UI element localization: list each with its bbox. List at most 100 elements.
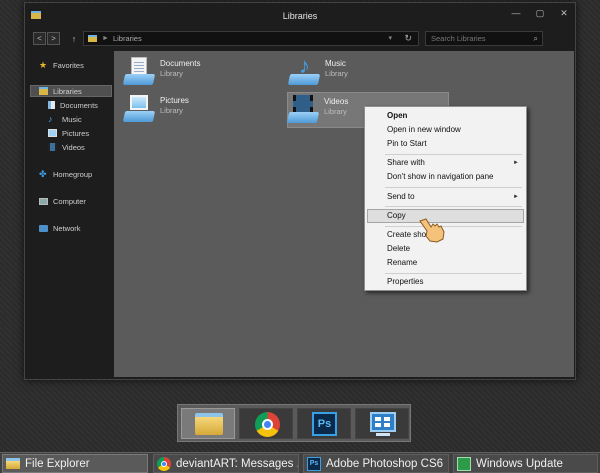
sidebar-item-documents[interactable]: Documents	[48, 99, 98, 111]
chevron-down-icon[interactable]: ▾	[388, 34, 392, 42]
forward-button[interactable]: >	[47, 32, 60, 45]
menu-item-copy[interactable]: Copy	[387, 210, 406, 222]
menu-item-share-with[interactable]: Share with ►	[387, 157, 525, 169]
taskbar-item-chrome[interactable]: deviantART: Messages ...	[153, 454, 299, 473]
network-icon	[39, 224, 48, 232]
library-type: Library	[160, 69, 183, 78]
app-dock: Ps	[177, 404, 411, 442]
menu-separator	[385, 206, 522, 207]
back-button[interactable]: <	[33, 32, 46, 45]
libraries-folder-icon	[88, 35, 97, 42]
sidebar-item-homegroup[interactable]: ✤ Homegroup	[39, 168, 92, 180]
sidebar-item-libraries[interactable]: Libraries	[30, 85, 112, 97]
library-tile-documents[interactable]: Documents Library	[122, 55, 284, 91]
library-name: Videos	[324, 97, 349, 106]
search-input[interactable]: Search Libraries ⌕	[425, 31, 543, 46]
sidebar-item-favorites[interactable]: ★ Favorites	[39, 59, 84, 71]
photoshop-icon: Ps	[312, 412, 337, 436]
computer-icon	[39, 197, 48, 205]
menu-item-label: Share with	[387, 158, 425, 167]
refresh-icon[interactable]: ↻	[404, 33, 412, 44]
dock-chrome[interactable]	[239, 408, 293, 439]
videos-icon	[48, 143, 57, 151]
dock-photoshop[interactable]: Ps	[297, 408, 351, 439]
taskbar-item-label: Adobe Photoshop CS6	[326, 457, 444, 470]
taskbar-item-label: Windows Update	[476, 457, 563, 470]
documents-library-icon	[122, 55, 156, 87]
sidebar-item-music[interactable]: ♪ Music	[48, 113, 82, 125]
library-tile-music[interactable]: ♪ Music Library	[287, 55, 449, 91]
sidebar-item-label: Videos	[62, 142, 85, 152]
address-bar: < > ↑ ► Libraries ▾ ↻ Search Libraries ⌕	[33, 30, 569, 47]
menu-item-label: Send to	[387, 192, 415, 201]
pictures-icon	[48, 129, 57, 137]
breadcrumb-libraries[interactable]: Libraries	[113, 34, 142, 43]
submenu-arrow-icon: ►	[513, 160, 519, 166]
sidebar-item-label: Favorites	[53, 60, 84, 70]
taskbar: File Explorer deviantART: Messages ... P…	[0, 452, 600, 473]
window-title: Libraries	[282, 11, 318, 21]
menu-item-dont-show-in-nav[interactable]: Don't show in navigation pane	[387, 171, 494, 183]
pictures-library-icon	[122, 92, 156, 124]
homegroup-icon: ✤	[39, 169, 47, 179]
photoshop-icon: Ps	[307, 456, 321, 471]
menu-item-properties[interactable]: Properties	[387, 276, 423, 288]
context-menu: Open Open in new window Pin to Start Sha…	[364, 106, 527, 291]
star-icon: ★	[39, 60, 48, 70]
menu-separator	[385, 187, 522, 188]
sidebar-item-pictures[interactable]: Pictures	[48, 127, 89, 139]
minimize-button[interactable]: —	[511, 8, 521, 18]
maximize-button[interactable]: ▢	[535, 8, 545, 18]
taskbar-item-label: deviantART: Messages ...	[176, 457, 299, 470]
close-button[interactable]: ✕	[559, 8, 569, 18]
taskbar-item-file-explorer[interactable]: File Explorer	[2, 454, 148, 473]
sidebar-item-computer[interactable]: Computer	[39, 195, 86, 207]
menu-item-open[interactable]: Open	[387, 110, 407, 122]
folder-icon	[6, 458, 20, 469]
menu-separator	[385, 273, 522, 274]
sidebar-item-network[interactable]: Network	[39, 222, 81, 234]
sidebar-item-videos[interactable]: Videos	[48, 141, 85, 153]
menu-separator	[385, 226, 522, 227]
chrome-icon	[255, 412, 280, 437]
sidebar-item-label: Documents	[60, 100, 98, 110]
library-type: Library	[160, 106, 183, 115]
menu-item-open-new-window[interactable]: Open in new window	[387, 124, 461, 136]
submenu-arrow-icon: ►	[513, 194, 519, 200]
music-icon: ♪	[48, 114, 53, 124]
sidebar-item-label: Computer	[53, 196, 86, 206]
title-bar[interactable]: Libraries — ▢ ✕	[25, 3, 575, 27]
sidebar-item-label: Libraries	[53, 86, 82, 96]
sidebar-item-label: Music	[62, 114, 82, 124]
search-icon[interactable]: ⌕	[534, 32, 538, 45]
search-placeholder: Search Libraries	[431, 34, 486, 43]
menu-separator	[385, 154, 522, 155]
videos-library-icon	[286, 93, 320, 125]
library-name: Music	[325, 59, 346, 68]
hand-pointer-icon	[419, 218, 445, 243]
library-type: Library	[324, 107, 347, 116]
libraries-icon	[39, 87, 48, 95]
taskbar-item-label: File Explorer	[25, 457, 90, 470]
windows-update-icon	[457, 456, 471, 471]
menu-item-send-to[interactable]: Send to ►	[387, 191, 525, 203]
breadcrumb-separator-icon[interactable]: ►	[102, 35, 109, 42]
menu-item-pin-to-start[interactable]: Pin to Start	[387, 138, 427, 150]
menu-item-rename[interactable]: Rename	[387, 257, 417, 269]
music-library-icon: ♪	[287, 55, 321, 87]
library-tile-pictures[interactable]: Pictures Library	[122, 92, 284, 128]
navigation-pane: ★ Favorites Libraries Documents ♪ Music …	[28, 51, 114, 377]
taskbar-item-windows-update[interactable]: Windows Update	[453, 454, 598, 473]
dock-windows-update[interactable]	[355, 408, 409, 439]
up-arrow-icon[interactable]: ↑	[69, 34, 79, 44]
folder-icon	[195, 413, 223, 435]
dock-file-explorer[interactable]	[181, 408, 235, 439]
library-name: Pictures	[160, 96, 189, 105]
menu-item-delete[interactable]: Delete	[387, 243, 410, 255]
sidebar-item-label: Homegroup	[53, 169, 93, 179]
taskbar-item-photoshop[interactable]: Ps Adobe Photoshop CS6	[303, 454, 449, 473]
chrome-icon	[157, 456, 171, 471]
path-field[interactable]: ► Libraries ▾ ↻	[83, 31, 419, 46]
window-controls: — ▢ ✕	[511, 8, 569, 18]
library-type: Library	[325, 69, 348, 78]
